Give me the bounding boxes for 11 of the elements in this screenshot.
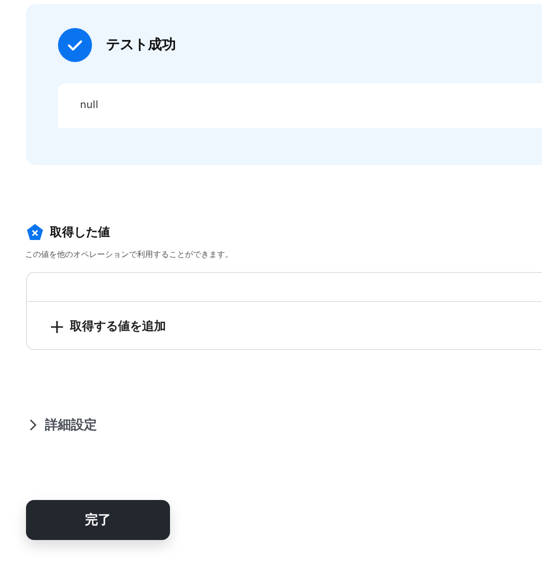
chevron-icon [29, 419, 37, 431]
plus-icon [51, 320, 63, 332]
done-button[interactable]: 完了 [26, 500, 170, 540]
section-description: この値を他のオペレーションで利用することができます。 [25, 249, 234, 260]
section-title: 取得した値 [50, 224, 110, 240]
add-value-button[interactable]: 取得する値を追加 [51, 318, 166, 335]
result-title: テスト成功 [106, 36, 176, 54]
output-text: null [80, 100, 98, 111]
advanced-settings-toggle[interactable]: 詳細設定 [29, 416, 97, 434]
checkmark-icon [58, 28, 92, 62]
variable-icon [26, 223, 44, 241]
